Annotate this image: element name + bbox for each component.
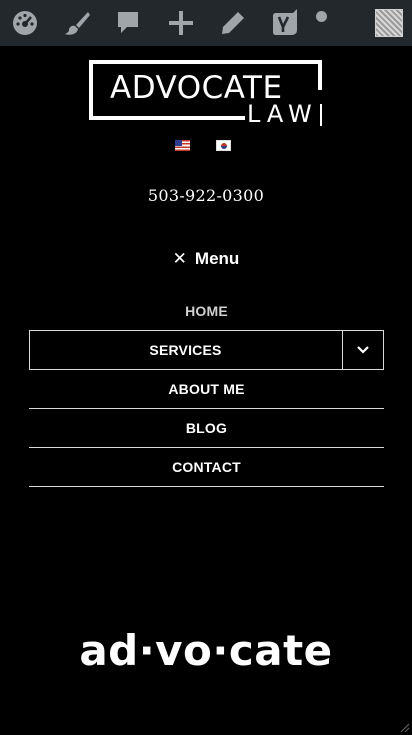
menu-toggle-button[interactable]: ✕ Menu bbox=[0, 247, 412, 271]
customize-brush-icon[interactable] bbox=[58, 0, 96, 46]
menu-toggle-label: Menu bbox=[194, 249, 240, 268]
admin-toolbar bbox=[0, 0, 412, 46]
logo-frame-right-top bbox=[318, 60, 322, 90]
kr-flag-icon[interactable] bbox=[216, 140, 231, 151]
nav-item-label: CONTACT bbox=[172, 459, 241, 475]
main-navigation: HOME SERVICES ABOUT ME BLOG CONTACT bbox=[29, 292, 384, 487]
user-avatar[interactable] bbox=[374, 0, 404, 46]
hero-tagline: ad·vo·cate bbox=[79, 626, 333, 675]
nav-item-services[interactable]: SERVICES bbox=[29, 331, 384, 370]
nav-item-home[interactable]: HOME bbox=[29, 292, 384, 331]
submenu-toggle-button[interactable] bbox=[342, 331, 383, 369]
nav-item-label: ABOUT ME bbox=[168, 381, 245, 397]
add-new-icon[interactable] bbox=[162, 0, 200, 46]
nav-item-label: BLOG bbox=[185, 420, 228, 436]
comment-icon[interactable] bbox=[109, 0, 147, 46]
dashboard-icon[interactable] bbox=[6, 0, 44, 46]
chevron-down-icon bbox=[357, 346, 369, 354]
yoast-seo-icon[interactable] bbox=[266, 0, 304, 46]
site-logo[interactable]: ADVOCATE LAW bbox=[89, 60, 323, 128]
resize-grip-icon[interactable] bbox=[400, 723, 410, 733]
nav-item-blog[interactable]: BLOG bbox=[29, 409, 384, 448]
phone-number-link[interactable]: 503-922-0300 bbox=[0, 186, 412, 205]
nav-item-about-me[interactable]: ABOUT ME bbox=[29, 370, 384, 409]
nav-item-contact[interactable]: CONTACT bbox=[29, 448, 384, 487]
nav-item-label: HOME bbox=[185, 303, 228, 319]
notification-dot-icon bbox=[310, 0, 332, 32]
logo-subtitle: LAW bbox=[245, 100, 320, 128]
close-icon: ✕ bbox=[172, 249, 187, 268]
nav-item-label: SERVICES bbox=[149, 342, 222, 358]
us-flag-icon[interactable] bbox=[175, 140, 190, 151]
edit-icon[interactable] bbox=[214, 0, 252, 46]
